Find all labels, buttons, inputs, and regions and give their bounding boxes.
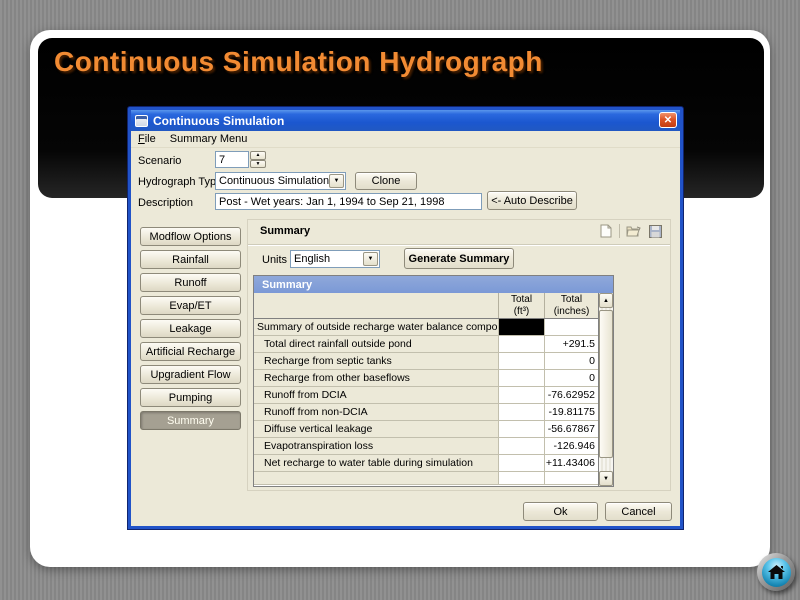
table-header-bar: Summary (254, 276, 613, 293)
summary-toolbar (597, 223, 664, 239)
sidebar-item-evap-et[interactable]: Evap/ET (140, 296, 241, 315)
menu-file[interactable]: File (131, 132, 163, 146)
window-icon (135, 115, 148, 127)
new-document-icon[interactable] (597, 223, 614, 239)
units-select[interactable]: English ▼ (290, 250, 380, 268)
sidebar-item-runoff[interactable]: Runoff (140, 273, 241, 292)
panel-divider (248, 244, 670, 246)
column-header-total-inches: Total (inches) (545, 293, 599, 318)
scrollbar-thumb[interactable] (599, 310, 613, 458)
sidebar-item-leakage[interactable]: Leakage (140, 319, 241, 338)
description-label: Description (138, 197, 193, 209)
table-row[interactable]: Diffuse vertical leakage -56.67867 (254, 421, 613, 438)
menu-bar: File Summary Menu (131, 131, 680, 148)
table-row[interactable]: Recharge from septic tanks 0 (254, 353, 613, 370)
menu-summary-menu[interactable]: Summary Menu (163, 132, 255, 146)
sidebar-item-modflow-options[interactable]: Modflow Options (140, 227, 241, 246)
table-row[interactable]: Summary of outside recharge water balanc… (254, 319, 613, 336)
dialog-title: Continuous Simulation (153, 114, 284, 128)
chevron-down-icon[interactable]: ▼ (363, 252, 378, 266)
table-column-headers: Total (ft³) Total (inches) (254, 293, 613, 319)
sidebar-item-rainfall[interactable]: Rainfall (140, 250, 241, 269)
scroll-up-icon[interactable]: ▲ (599, 293, 613, 308)
continuous-simulation-dialog: Continuous Simulation ✕ File Summary Men… (128, 107, 683, 529)
hydrograph-type-label: Hydrograph Type (138, 176, 222, 188)
spinner-down-icon[interactable]: ▼ (250, 160, 266, 169)
selected-cell[interactable] (499, 319, 545, 336)
content-panel: Continuous Simulation Hydrograph Continu… (30, 30, 770, 567)
generate-summary-button[interactable]: Generate Summary (404, 248, 514, 269)
table-row[interactable]: Net recharge to water table during simul… (254, 455, 613, 472)
ok-button[interactable]: Ok (523, 502, 598, 521)
sidebar-item-summary[interactable]: Summary (140, 411, 241, 430)
hydrograph-type-value: Continuous Simulation (219, 175, 329, 187)
close-icon[interactable]: ✕ (659, 112, 677, 128)
column-header-total-ft3: Total (ft³) (499, 293, 545, 318)
units-label: Units (262, 254, 287, 266)
sidebar-item-pumping[interactable]: Pumping (140, 388, 241, 407)
slide-background: Continuous Simulation Hydrograph Continu… (0, 0, 800, 600)
summary-panel-title: Summary (260, 225, 310, 237)
table-row[interactable]: Recharge from other baseflows 0 (254, 370, 613, 387)
chevron-down-icon[interactable]: ▼ (329, 174, 344, 188)
auto-describe-button[interactable]: <- Auto Describe (487, 191, 577, 210)
home-button[interactable] (757, 553, 795, 591)
description-input[interactable]: Post - Wet years: Jan 1, 1994 to Sep 21,… (215, 193, 482, 210)
table-row[interactable] (254, 472, 613, 485)
sidebar-item-upgradient-flow[interactable]: Upgradient Flow (140, 365, 241, 384)
vertical-scrollbar[interactable]: ▲ ▼ (598, 293, 613, 486)
table-row[interactable]: Total direct rainfall outside pond +291.… (254, 336, 613, 353)
table-row[interactable]: Evapotranspiration loss -126.946 (254, 438, 613, 455)
units-value: English (294, 253, 330, 265)
scenario-label: Scenario (138, 155, 181, 167)
cancel-button[interactable]: Cancel (605, 502, 672, 521)
clone-button[interactable]: Clone (355, 172, 417, 190)
toolbar-separator (619, 224, 620, 238)
save-icon[interactable] (647, 223, 664, 239)
dialog-titlebar[interactable]: Continuous Simulation ✕ (131, 110, 680, 131)
sidebar-item-artificial-recharge[interactable]: Artificial Recharge (140, 342, 241, 361)
table-row[interactable]: Runoff from non-DCIA -19.81175 (254, 404, 613, 421)
open-folder-icon[interactable] (625, 223, 642, 239)
scenario-input[interactable]: 7 (215, 151, 249, 168)
home-icon (762, 558, 791, 587)
column-header-blank (254, 293, 499, 318)
slide-title: Continuous Simulation Hydrograph (54, 46, 543, 78)
scenario-stepper[interactable]: ▲ ▼ (250, 151, 266, 168)
hydrograph-type-select[interactable]: Continuous Simulation ▼ (215, 172, 346, 190)
table-row[interactable]: Runoff from DCIA -76.62952 (254, 387, 613, 404)
spinner-up-icon[interactable]: ▲ (250, 151, 266, 160)
scroll-down-icon[interactable]: ▼ (599, 471, 613, 486)
summary-panel: Summary Units English (247, 219, 671, 491)
summary-table: Summary Total (ft³) Total (inches) Summa… (253, 275, 614, 487)
